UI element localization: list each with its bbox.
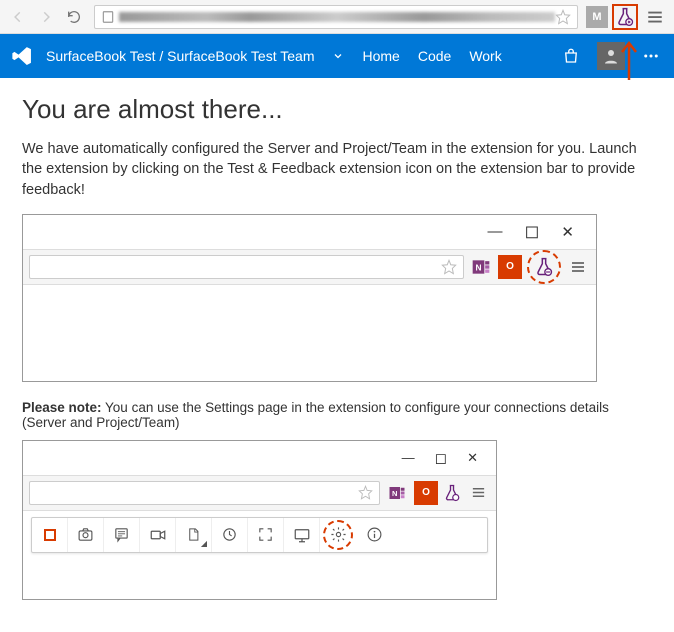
settings-button[interactable] — [320, 518, 356, 552]
info-button[interactable] — [356, 518, 392, 552]
minimize-icon: — — [402, 450, 415, 465]
explore-button[interactable] — [248, 518, 284, 552]
bookmark-star-icon — [358, 485, 373, 500]
mock-window-controls: — ◻ ✕ — [23, 441, 496, 475]
marketplace-icon[interactable] — [556, 41, 586, 71]
nav-code[interactable]: Code — [418, 48, 451, 64]
highlighted-extension — [612, 4, 638, 30]
extension-m-icon[interactable]: M — [586, 6, 608, 28]
test-feedback-extension-icon[interactable] — [615, 7, 635, 27]
note-label: Please note: — [22, 400, 102, 415]
office-extension-icon: O — [498, 255, 522, 279]
minimize-icon: — — [487, 223, 502, 240]
mock-window-controls: — ◻ ✕ — [23, 215, 596, 249]
annotation-arrow-icon — [620, 40, 638, 80]
team-project-path[interactable]: SurfaceBook Test / SurfaceBook Test Team — [46, 48, 314, 64]
bookmark-star-icon[interactable] — [555, 9, 571, 25]
more-menu-icon[interactable] — [636, 41, 666, 71]
forward-button[interactable] — [34, 5, 58, 29]
page-icon — [101, 10, 115, 24]
video-button[interactable] — [140, 518, 176, 552]
test-feedback-extension-icon — [534, 257, 554, 277]
address-bar[interactable] — [94, 5, 578, 29]
onenote-extension-icon: N — [385, 481, 409, 505]
page-content: You are almost there... We have automati… — [0, 78, 674, 632]
timeline-button[interactable] — [212, 518, 248, 552]
visual-studio-logo-icon[interactable] — [8, 42, 36, 70]
mock-address-bar — [29, 255, 464, 279]
page-heading: You are almost there... — [22, 94, 652, 125]
create-button[interactable]: ◢ — [176, 518, 212, 552]
mock-address-bar — [29, 481, 380, 505]
screenshot-button[interactable] — [68, 518, 104, 552]
intro-paragraph: We have automatically configured the Ser… — [22, 139, 652, 200]
svg-text:N: N — [475, 262, 481, 272]
bookmark-star-icon — [441, 259, 457, 275]
annotation-circle — [527, 250, 561, 284]
maximize-icon: ◻ — [435, 449, 447, 467]
vsts-header: SurfaceBook Test / SurfaceBook Test Team… — [0, 34, 674, 78]
mock-menu-icon — [466, 481, 490, 505]
url-text — [119, 12, 555, 22]
record-button[interactable] — [32, 518, 68, 552]
mock-url-row: N O — [23, 249, 596, 285]
onenote-extension-icon: N — [469, 255, 493, 279]
nav-home[interactable]: Home — [362, 48, 399, 64]
test-feedback-extension-icon — [443, 484, 461, 502]
reload-button[interactable] — [62, 5, 86, 29]
dropdown-triangle-icon: ◢ — [201, 539, 207, 548]
note-button[interactable] — [104, 518, 140, 552]
browser-menu-icon[interactable] — [642, 4, 668, 30]
note-body: You can use the Settings page in the ext… — [22, 400, 609, 430]
browser-toolbar: M — [0, 0, 674, 34]
svg-text:N: N — [392, 489, 397, 498]
browser-mock-1: — ◻ ✕ N O — [22, 214, 597, 382]
close-icon: ✕ — [467, 450, 478, 466]
close-icon: ✕ — [561, 223, 574, 241]
back-button[interactable] — [6, 5, 30, 29]
maximize-icon: ◻ — [524, 221, 539, 242]
browser-mock-2: — ◻ ✕ N O — [22, 440, 497, 600]
header-nav: Home Code Work — [362, 48, 501, 64]
extension-toolbar: ◢ — [31, 517, 488, 553]
nav-work[interactable]: Work — [469, 48, 501, 64]
note-paragraph: Please note: You can use the Settings pa… — [22, 400, 652, 430]
device-button[interactable] — [284, 518, 320, 552]
mock-menu-icon — [566, 255, 590, 279]
office-extension-icon: O — [414, 481, 438, 505]
team-chevron-icon[interactable] — [332, 50, 344, 62]
mock-url-row: N O — [23, 475, 496, 511]
